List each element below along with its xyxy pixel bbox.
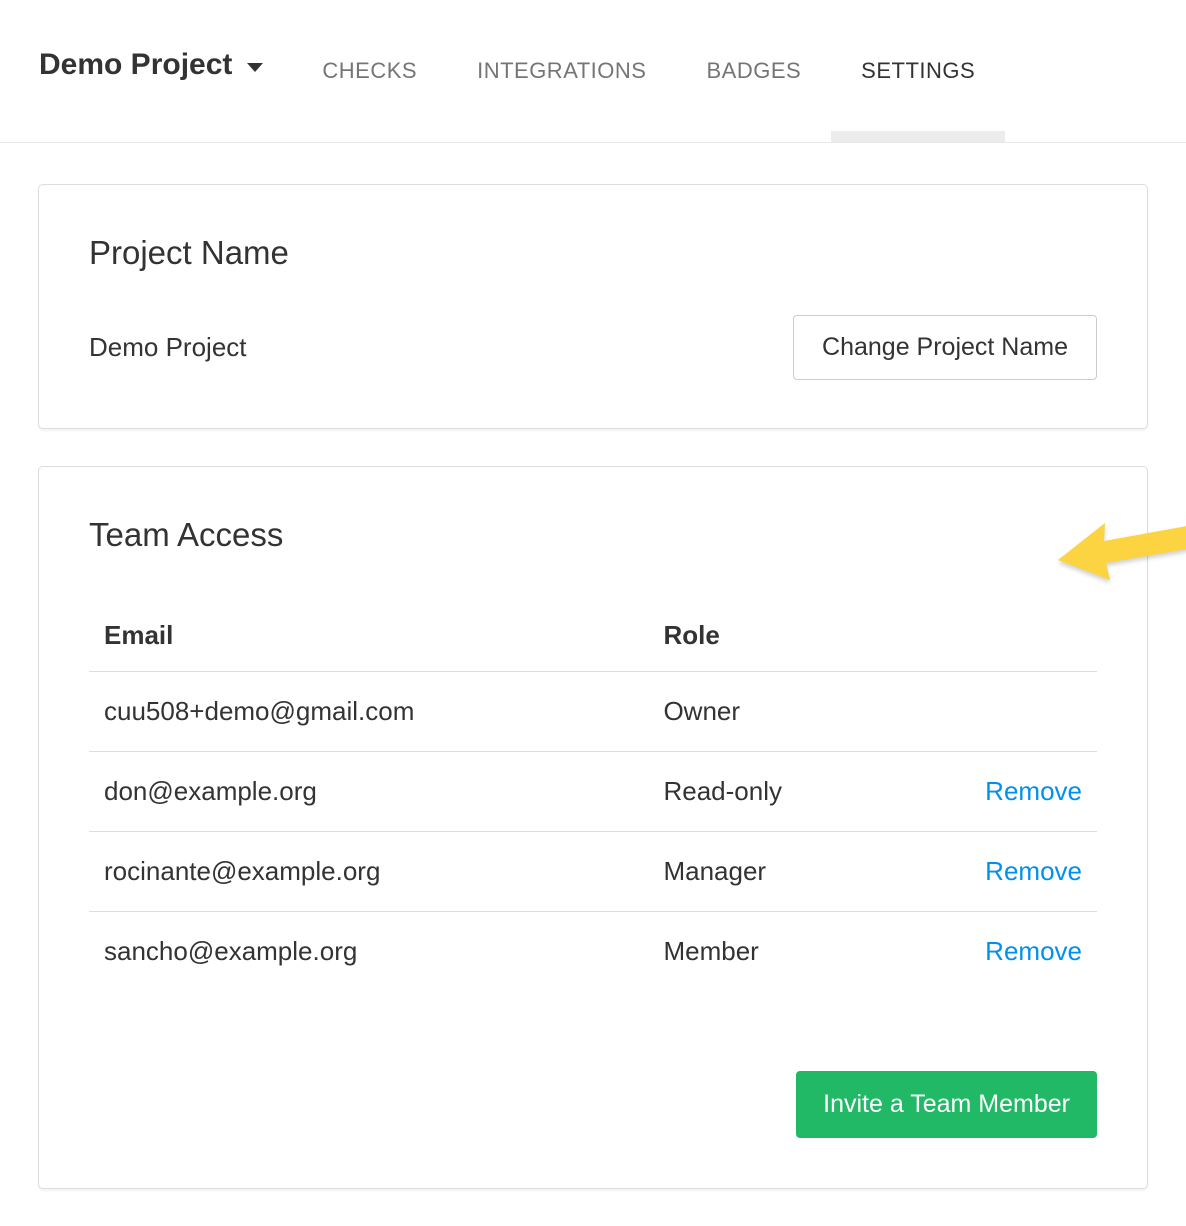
table-header-row: Email Role	[89, 620, 1097, 672]
team-access-title: Team Access	[89, 517, 1097, 553]
remove-member-link[interactable]: Remove	[985, 936, 1082, 966]
member-action-cell: Remove	[936, 751, 1097, 831]
chevron-down-icon	[247, 63, 263, 72]
top-nav: Demo Project CHECKS INTEGRATIONS BADGES …	[0, 0, 1186, 143]
project-dropdown[interactable]: Demo Project	[39, 48, 263, 82]
settings-content: Project Name Demo Project Change Project…	[0, 143, 1186, 1189]
member-action-cell: Remove	[936, 831, 1097, 911]
nav-tabs: CHECKS INTEGRATIONS BADGES SETTINGS	[292, 0, 1005, 130]
tab-settings-label: SETTINGS	[861, 58, 975, 84]
tab-checks[interactable]: CHECKS	[292, 0, 447, 130]
settings-page: Demo Project CHECKS INTEGRATIONS BADGES …	[0, 0, 1186, 1226]
remove-member-link[interactable]: Remove	[985, 856, 1082, 886]
actions-column-header	[936, 620, 1097, 672]
invite-button-row: Invite a Team Member	[89, 1071, 1097, 1138]
team-members-table: Email Role cuu508+demo@gmail.com Owner d…	[89, 620, 1097, 991]
project-name-row: Demo Project Change Project Name	[89, 315, 1097, 380]
member-role: Member	[648, 911, 935, 991]
remove-member-link[interactable]: Remove	[985, 776, 1082, 806]
tab-badges-label: BADGES	[706, 58, 801, 84]
email-column-header: Email	[89, 620, 648, 672]
member-role: Read-only	[648, 751, 935, 831]
member-email: cuu508+demo@gmail.com	[89, 671, 648, 751]
team-access-card: Team Access Email Role cuu508+demo@gmail…	[38, 466, 1148, 1188]
table-row: cuu508+demo@gmail.com Owner	[89, 671, 1097, 751]
tab-checks-label: CHECKS	[322, 58, 417, 84]
member-action-cell	[936, 671, 1097, 751]
table-row: don@example.org Read-only Remove	[89, 751, 1097, 831]
member-email: don@example.org	[89, 751, 648, 831]
project-name-card: Project Name Demo Project Change Project…	[38, 184, 1148, 429]
member-action-cell: Remove	[936, 911, 1097, 991]
member-email: sancho@example.org	[89, 911, 648, 991]
project-dropdown-label: Demo Project	[39, 48, 232, 82]
member-role: Manager	[648, 831, 935, 911]
member-role: Owner	[648, 671, 935, 751]
table-row: sancho@example.org Member Remove	[89, 911, 1097, 991]
project-name-title: Project Name	[89, 235, 1097, 271]
change-project-name-button[interactable]: Change Project Name	[793, 315, 1097, 380]
role-column-header: Role	[648, 620, 935, 672]
active-tab-indicator	[831, 131, 1005, 142]
tab-settings[interactable]: SETTINGS	[831, 0, 1005, 130]
table-row: rocinante@example.org Manager Remove	[89, 831, 1097, 911]
tab-integrations-label: INTEGRATIONS	[477, 58, 646, 84]
tab-badges[interactable]: BADGES	[676, 0, 831, 130]
current-project-name: Demo Project	[89, 332, 247, 363]
tab-integrations[interactable]: INTEGRATIONS	[447, 0, 676, 130]
invite-team-member-button[interactable]: Invite a Team Member	[796, 1071, 1097, 1138]
member-email: rocinante@example.org	[89, 831, 648, 911]
